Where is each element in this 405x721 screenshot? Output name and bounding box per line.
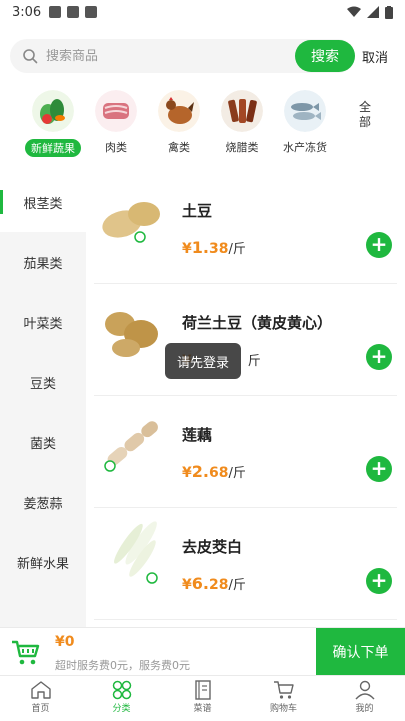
home-icon: [30, 681, 51, 699]
category-poultry[interactable]: 禽类: [148, 90, 210, 155]
signal-icon: [367, 6, 379, 18]
sidebar-item-aromatics[interactable]: 姜葱蒜: [0, 472, 86, 532]
product-price: ¥2.68/斤: [182, 462, 246, 481]
product-name: 土豆: [182, 202, 213, 220]
cart-bar: ¥0 超时服务费0元，服务费0元 确认下单: [0, 627, 405, 676]
vegetables-icon: [32, 90, 74, 132]
category-strip: 新鲜蔬果 肉类 禽类 烧腊类 水产冻货: [0, 90, 405, 160]
price-decimal: 38: [208, 241, 229, 257]
tab-category[interactable]: 分类: [81, 680, 162, 714]
roast-meat-icon: [221, 90, 263, 132]
notification-icon: [67, 6, 80, 18]
tab-label: 分类: [112, 704, 131, 714]
search-box[interactable]: 搜索: [10, 39, 355, 73]
wifi-icon: [347, 6, 361, 17]
sidebar-item-nightshade[interactable]: 茄果类: [0, 232, 86, 292]
product-card[interactable]: 莲藕 ¥2.68/斤 +: [86, 396, 405, 508]
sidebar-item-root-veg[interactable]: 根茎类: [0, 172, 86, 232]
category-label: 烧腊类: [225, 141, 259, 154]
tab-label: 购物车: [269, 704, 297, 714]
add-to-cart-button[interactable]: +: [366, 456, 392, 482]
price-unit: 斤: [247, 354, 261, 369]
category-vegetables[interactable]: 新鲜蔬果: [22, 90, 84, 157]
cancel-button[interactable]: 取消: [362, 47, 388, 66]
product-name: 去皮茭白: [182, 538, 243, 556]
tab-cart[interactable]: 购物车: [243, 680, 324, 714]
product-card[interactable]: 土豆 ¥1.38/斤 +: [86, 172, 405, 284]
add-to-cart-button[interactable]: +: [366, 344, 392, 370]
category-label: 禽类: [168, 141, 190, 154]
category-roast-meat[interactable]: 烧腊类: [211, 90, 273, 155]
currency-symbol: ¥: [182, 577, 192, 593]
bottom-tab-bar: 首页 分类 菜谱 购物车 我的: [0, 675, 405, 721]
sidebar-item-mushroom[interactable]: 菌类: [0, 412, 86, 472]
tab-home[interactable]: 首页: [0, 680, 81, 714]
lotus-root-icon: [104, 421, 158, 472]
tab-recipe[interactable]: 菜谱: [162, 680, 243, 714]
subcategory-sidebar: 根茎类 茄果类 叶菜类 豆类 菌类 姜葱蒜 新鲜水果: [0, 172, 86, 627]
price-integer: 6.: [191, 574, 209, 593]
cart-total: ¥0: [55, 634, 75, 650]
sidebar-item-beans[interactable]: 豆类: [0, 352, 86, 412]
tab-label: 菜谱: [193, 704, 212, 714]
potato-icon: [102, 202, 160, 243]
product-name: 莲藕: [182, 426, 213, 444]
price-unit: /斤: [228, 466, 246, 481]
status-bar: 3:06: [0, 0, 405, 24]
add-to-cart-button[interactable]: +: [366, 232, 392, 258]
notification-icon: [85, 6, 98, 18]
status-indicators: [347, 5, 393, 19]
price-integer: 1.: [191, 238, 209, 257]
product-card[interactable]: 去皮茭白 ¥6.28/斤 +: [86, 508, 405, 620]
add-to-cart-button[interactable]: +: [366, 568, 392, 594]
currency-symbol: ¥: [182, 241, 192, 257]
notification-icon: [49, 6, 62, 18]
category-more-link[interactable]: 全部: [359, 100, 375, 130]
battery-icon: [385, 5, 393, 19]
product-name: 荷兰土豆（黄皮黄心）: [182, 314, 333, 332]
category-label: 水产冻货: [283, 141, 327, 154]
tab-label: 我的: [355, 704, 374, 714]
category-label: 肉类: [105, 141, 127, 154]
status-time: 3:06: [12, 4, 42, 20]
product-price: ¥6.28/斤: [182, 574, 246, 593]
search-input[interactable]: [46, 48, 266, 64]
product-price: ¥1.38/斤: [182, 238, 246, 257]
poultry-icon: [158, 90, 200, 132]
search-button[interactable]: 搜索: [295, 40, 355, 72]
login-toast: 请先登录: [165, 343, 241, 379]
tab-label: 首页: [31, 704, 50, 714]
shopping-cart-icon[interactable]: [10, 638, 40, 666]
cart-icon: [273, 681, 294, 699]
meat-icon: [95, 90, 137, 132]
service-fee-note: 超时服务费0元，服务费0元: [55, 659, 190, 672]
category-icon: [112, 680, 131, 700]
price-integer: 2.: [191, 462, 209, 481]
category-seafood[interactable]: 水产冻货: [274, 90, 336, 155]
price-unit: /斤: [228, 578, 246, 593]
user-icon: [354, 680, 375, 700]
confirm-order-button[interactable]: 确认下单: [316, 628, 405, 676]
wild-rice-stem-icon: [114, 521, 158, 584]
category-meat[interactable]: 肉类: [85, 90, 147, 155]
potato-icon: [105, 312, 158, 357]
price-decimal: 68: [208, 465, 229, 481]
search-row: 搜索 取消: [10, 39, 395, 73]
category-label: 新鲜蔬果: [25, 139, 81, 157]
currency-symbol: ¥: [182, 465, 192, 481]
price-unit: /斤: [228, 242, 246, 257]
price-decimal: 28: [208, 577, 229, 593]
tab-profile[interactable]: 我的: [324, 680, 405, 714]
divider: [94, 619, 397, 620]
seafood-icon: [284, 90, 326, 132]
product-card[interactable]: 荷兰土豆（黄皮黄心） ¥斤 +: [86, 284, 405, 396]
product-list: 土豆 ¥1.38/斤 + 荷兰土豆（黄皮黄心） ¥斤 + 莲藕: [86, 172, 405, 627]
sidebar-item-fruit[interactable]: 新鲜水果: [0, 532, 86, 592]
search-icon: [23, 49, 38, 64]
sidebar-item-leafy[interactable]: 叶菜类: [0, 292, 86, 352]
recipe-icon: [194, 680, 211, 700]
